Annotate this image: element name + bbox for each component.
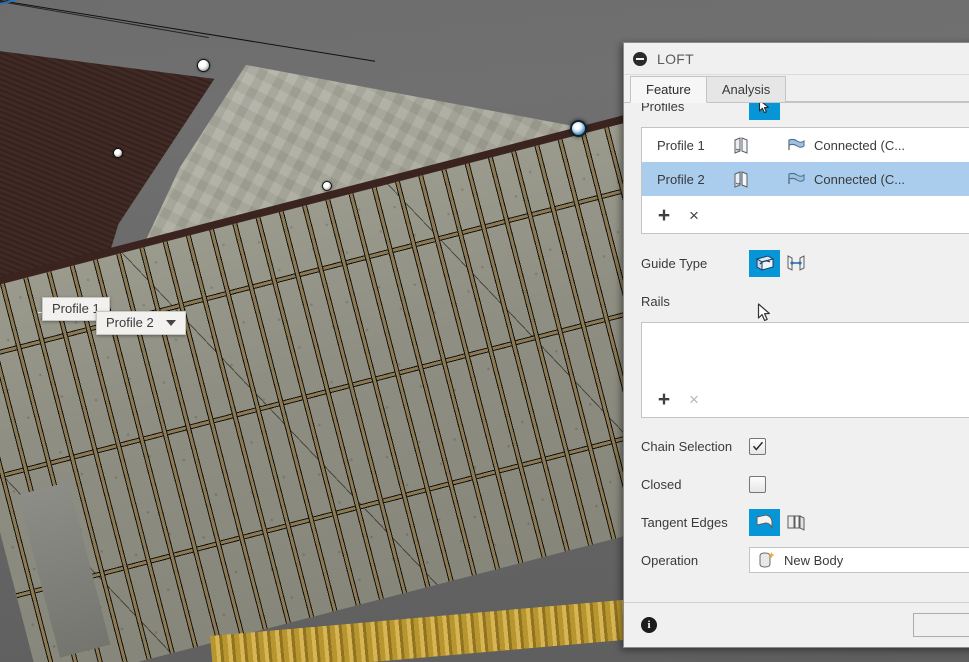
add-profile-button[interactable]: +	[656, 205, 672, 226]
tab-feature[interactable]: Feature	[630, 76, 707, 103]
table-row[interactable]: Profile 1 Connected (C...	[642, 128, 969, 162]
chevron-down-icon[interactable]	[165, 319, 176, 326]
guide-type-row: Guide Type	[624, 244, 969, 282]
profiles-listbox[interactable]: Profile 1 Connected (C... Profile 2 Conn…	[641, 127, 969, 234]
ok-button[interactable]	[913, 613, 969, 637]
tab-feature-label: Feature	[646, 82, 691, 97]
loft-dialog-scroll-content: Profiles Profile 1 Connected (C... Profi…	[624, 103, 969, 579]
operation-value: New Body	[784, 552, 844, 568]
tab-analysis[interactable]: Analysis	[705, 76, 787, 102]
rails-label: Rails	[641, 293, 670, 309]
loft-dialog-footer: i	[624, 602, 969, 647]
table-row[interactable]: Profile 2 Connected (C...	[642, 162, 969, 196]
profiles-row: Profiles	[624, 103, 969, 125]
operation-label: Operation	[641, 552, 699, 568]
vertex-top[interactable]	[197, 59, 210, 72]
loft-edge-highlight	[0, 0, 241, 5]
tangent-edges-label: Tangent Edges	[641, 514, 728, 530]
remove-rail-button[interactable]: ×	[686, 391, 702, 408]
minus-circle-icon[interactable]	[633, 51, 647, 66]
operation-combobox[interactable]: New Body	[749, 547, 969, 573]
profiles-list-toolbar: + ×	[642, 196, 969, 233]
chain-selection-row: Chain Selection	[624, 427, 969, 465]
profile-condition[interactable]: Connected (C...	[787, 172, 905, 187]
chain-selection-checkbox[interactable]	[749, 437, 766, 455]
callout-profile-2[interactable]: Profile 2	[96, 311, 186, 335]
callout-profile-1-label: Profile 1	[52, 301, 100, 316]
profiles-label: Profiles	[641, 103, 685, 114]
loft-dialog[interactable]: LOFT Feature Analysis Profiles Profile 1…	[623, 42, 969, 648]
loft-dialog-tabs[interactable]: Feature Analysis	[624, 75, 969, 103]
closed-checkbox[interactable]	[749, 475, 766, 493]
profile-condition[interactable]: Connected (C...	[787, 138, 905, 153]
select-cursor-icon[interactable]	[749, 103, 780, 120]
connected-flag-icon	[788, 172, 805, 184]
surface-profile-icon	[732, 136, 787, 155]
tab-analysis-label: Analysis	[721, 82, 771, 97]
profile-condition-label: Connected (C...	[814, 137, 906, 153]
profile-condition-label: Connected (C...	[814, 171, 906, 187]
rails-listbox[interactable]: + ×	[641, 322, 969, 418]
application-window: Profile 1 Profile 2 LOFT Feature Analysi…	[0, 0, 969, 662]
connected-flag-icon	[788, 138, 805, 150]
tangent-edges-row: Tangent Edges	[624, 503, 969, 541]
chain-selection-label: Chain Selection	[641, 438, 733, 454]
surface-profile-icon	[732, 170, 787, 189]
info-icon[interactable]: i	[641, 617, 657, 633]
page-title: LOFT	[657, 50, 694, 67]
keep-tangent-edges-icon[interactable]	[780, 509, 811, 536]
vertex-mid[interactable]	[322, 181, 332, 191]
rails-row: Rails	[624, 282, 969, 320]
loft-edge-top	[0, 0, 376, 62]
tabstrip-filler	[785, 76, 969, 102]
profile-name: Profile 1	[657, 137, 705, 153]
rails-list-toolbar: + ×	[642, 380, 969, 417]
operation-row: Operation New Body	[624, 541, 969, 579]
profile-name: Profile 2	[657, 171, 705, 187]
merge-tangent-edges-icon[interactable]	[749, 508, 780, 536]
closed-row: Closed	[624, 465, 969, 503]
loft-dialog-titlebar[interactable]: LOFT	[624, 43, 969, 75]
loft-edge-lower	[0, 0, 193, 3]
guide-type-label: Guide Type	[641, 255, 708, 271]
add-rail-button[interactable]: +	[656, 389, 672, 410]
centerline-guide-icon[interactable]	[780, 250, 811, 277]
new-body-icon	[759, 552, 775, 568]
loft-edge-mid	[0, 1, 209, 39]
callout-profile-2-label: Profile 2	[106, 315, 154, 330]
closed-label: Closed	[641, 476, 682, 492]
rails-guide-icon[interactable]	[749, 249, 780, 277]
vertex-left[interactable]	[113, 148, 123, 158]
loft-dialog-body: Profiles Profile 1 Connected (C... Profi…	[624, 103, 969, 602]
vertex-right[interactable]	[570, 120, 587, 137]
remove-profile-button[interactable]: ×	[686, 207, 702, 224]
